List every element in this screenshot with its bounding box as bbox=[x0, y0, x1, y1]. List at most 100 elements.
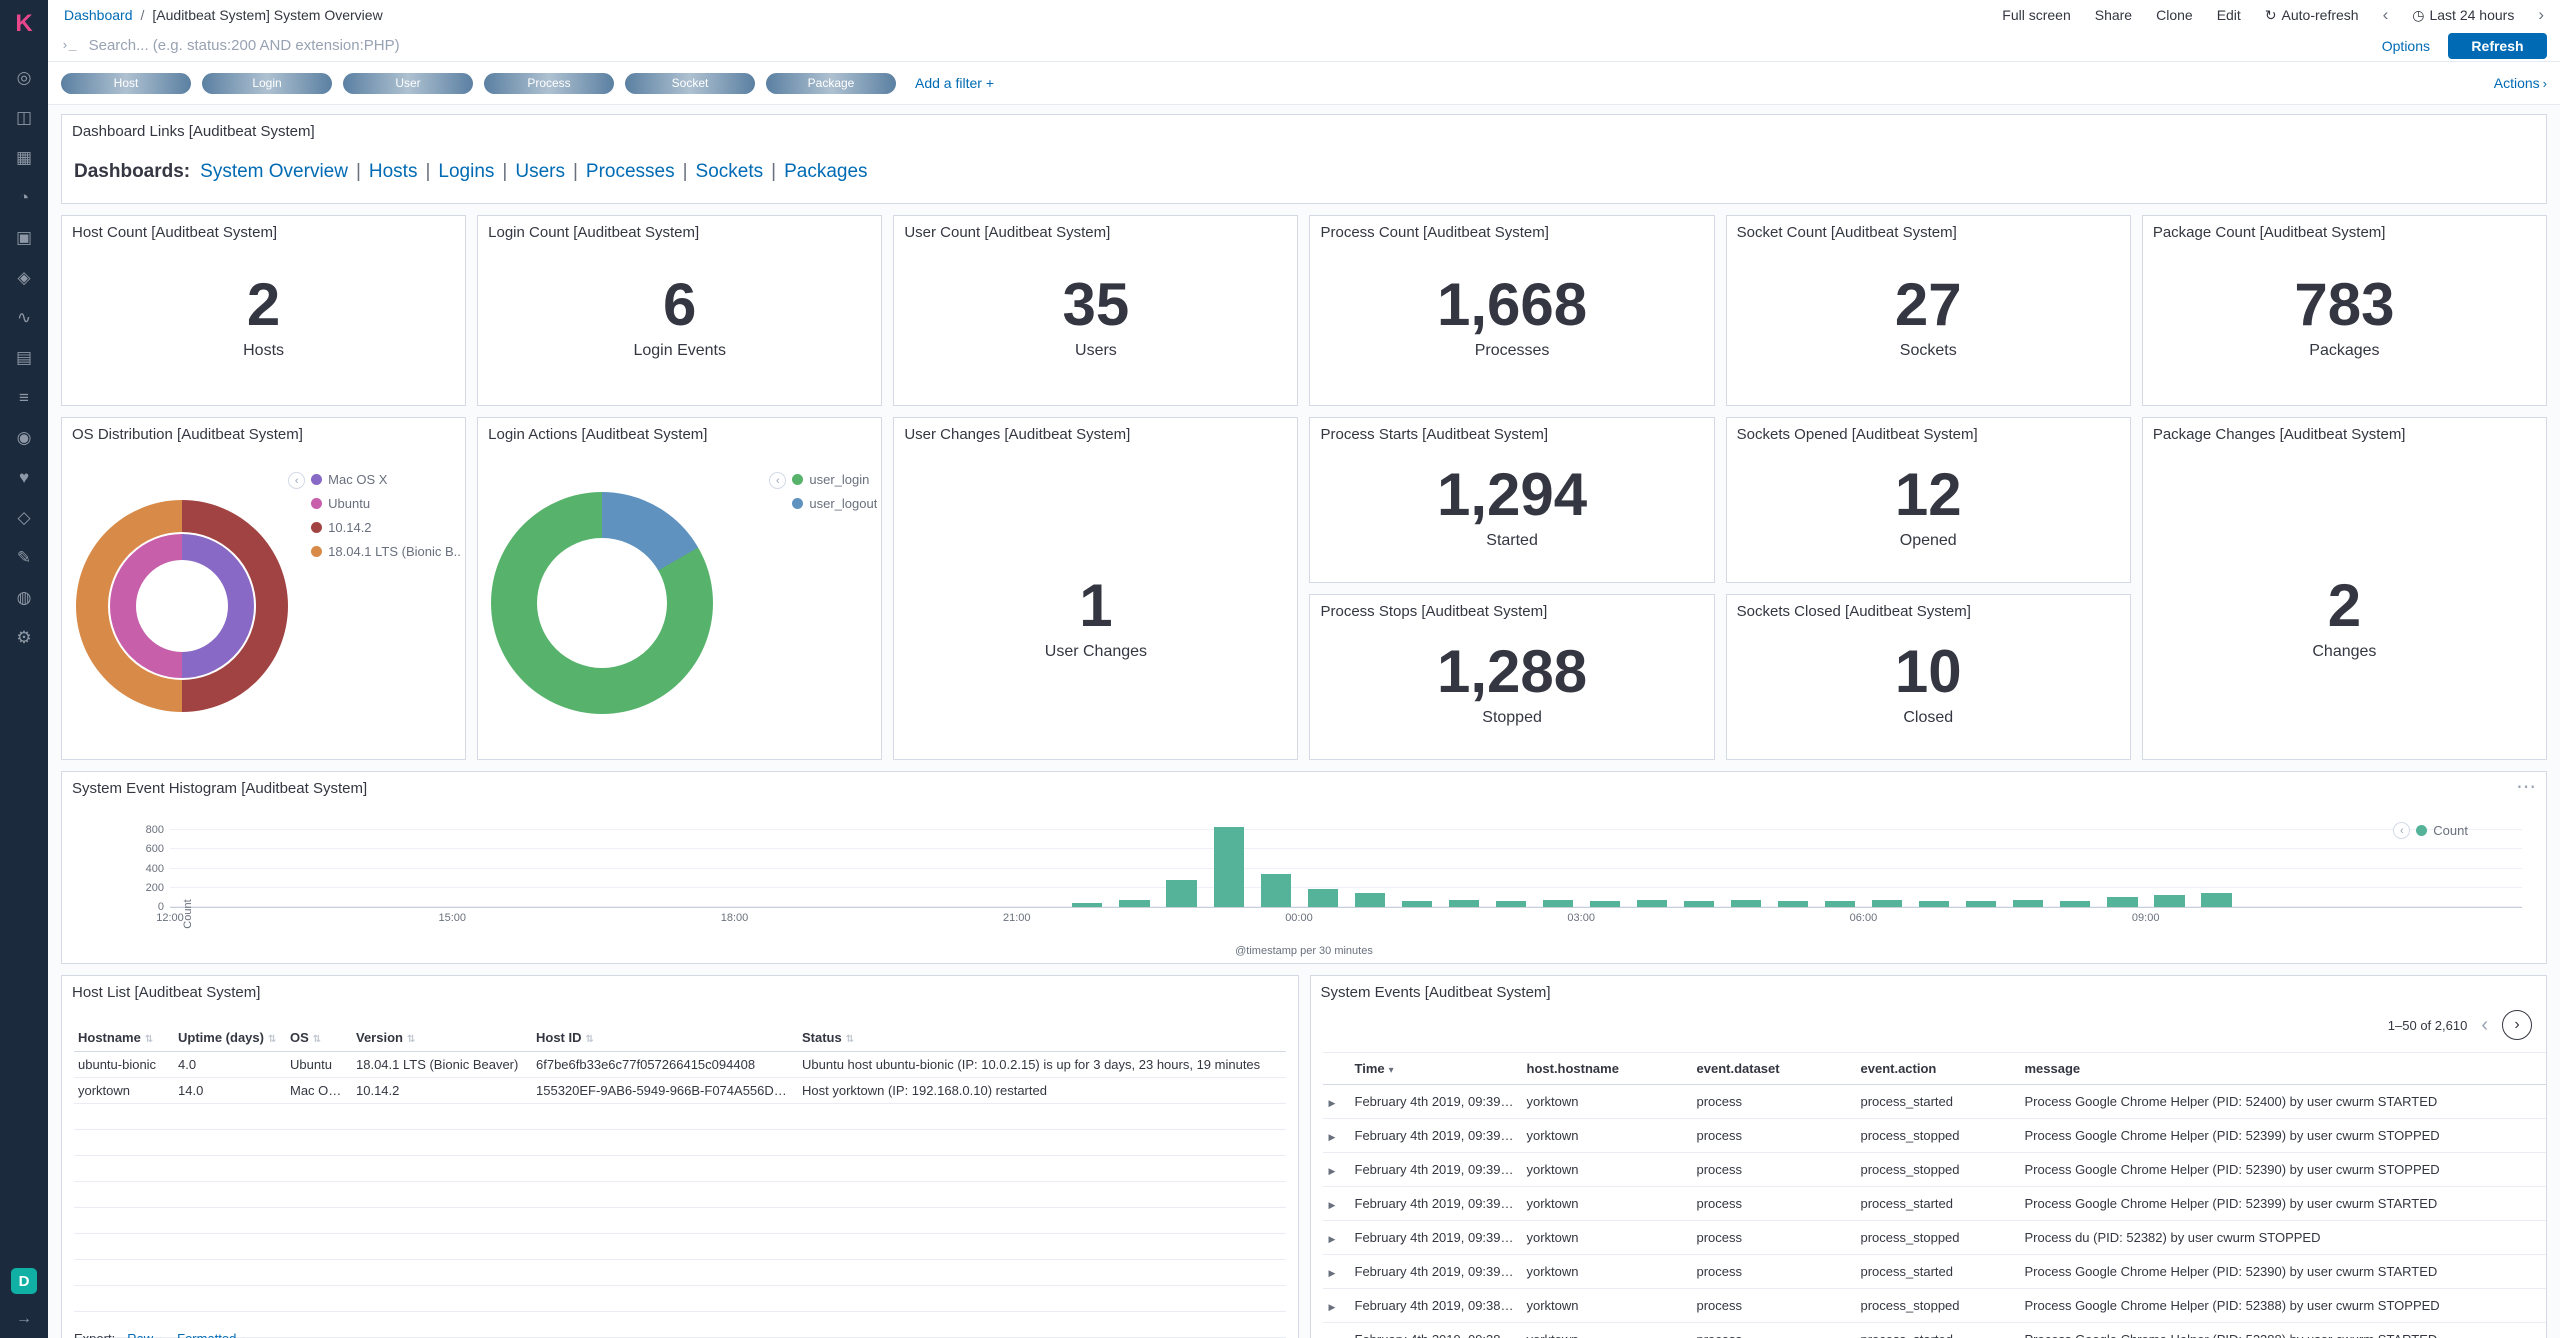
column-header[interactable]: Version⇅ bbox=[352, 1024, 532, 1052]
filter-actions-button[interactable]: Actions› bbox=[2494, 75, 2547, 91]
histogram-bar[interactable] bbox=[1214, 827, 1244, 907]
dashboard-link-hosts[interactable]: Hosts bbox=[369, 161, 418, 182]
sidebar-item-dev-tools-icon[interactable]: ✎ bbox=[0, 538, 48, 578]
sidebar-item-logs-icon[interactable]: ≡ bbox=[0, 378, 48, 418]
dashboard-link-sockets[interactable]: Sockets bbox=[696, 161, 764, 182]
filter-pill-login[interactable]: Login bbox=[202, 73, 332, 94]
time-forward-icon[interactable]: › bbox=[2538, 5, 2544, 25]
login-actions-donut[interactable] bbox=[491, 492, 713, 714]
filter-pill-user[interactable]: User bbox=[343, 73, 473, 94]
clone-button[interactable]: Clone bbox=[2156, 7, 2193, 23]
table-row[interactable]: ubuntu-bionic4.0Ubuntu18.04.1 LTS (Bioni… bbox=[74, 1052, 1286, 1078]
edit-button[interactable]: Edit bbox=[2217, 7, 2241, 23]
event-row[interactable]: ▶February 4th 2019, 09:38:51.197yorktown… bbox=[1323, 1289, 2547, 1323]
column-header[interactable]: host.hostname bbox=[1521, 1053, 1691, 1085]
column-header[interactable]: message bbox=[2019, 1053, 2547, 1085]
sidebar-item-monitoring-icon[interactable]: ◍ bbox=[0, 578, 48, 618]
sidebar-item-timelion-icon[interactable]: ◔ bbox=[0, 178, 48, 218]
filter-pill-host[interactable]: Host bbox=[61, 73, 191, 94]
sidebar-item-canvas-icon[interactable]: ▣ bbox=[0, 218, 48, 258]
sidebar-item-graph-icon[interactable]: ◇ bbox=[0, 498, 48, 538]
histogram-bar[interactable] bbox=[1166, 880, 1196, 907]
event-row[interactable]: ▶February 4th 2019, 09:39:51.199yorktown… bbox=[1323, 1085, 2547, 1119]
event-row[interactable]: ▶February 4th 2019, 09:39:11.198yorktown… bbox=[1323, 1221, 2547, 1255]
histogram-bar[interactable] bbox=[2107, 897, 2137, 907]
refresh-button[interactable]: Refresh bbox=[2448, 33, 2547, 59]
dashboard-link-packages[interactable]: Packages bbox=[784, 161, 867, 182]
histogram-bar[interactable] bbox=[1637, 900, 1667, 907]
breadcrumb-dashboard-link[interactable]: Dashboard bbox=[64, 7, 133, 23]
next-page-button[interactable]: › bbox=[2502, 1010, 2532, 1040]
histogram-bar[interactable] bbox=[1355, 893, 1385, 907]
share-button[interactable]: Share bbox=[2095, 7, 2132, 23]
kibana-logo[interactable]: K bbox=[0, 0, 48, 48]
legend-toggle-icon[interactable]: ‹ bbox=[288, 472, 305, 489]
expand-row-icon[interactable]: ▶ bbox=[1329, 1234, 1336, 1244]
histogram-bar[interactable] bbox=[2154, 895, 2184, 908]
expand-row-icon[interactable]: ▶ bbox=[1329, 1200, 1336, 1210]
dashboard-link-logins[interactable]: Logins bbox=[438, 161, 494, 182]
histogram-bar[interactable] bbox=[1119, 900, 1149, 907]
dashboard-link-users[interactable]: Users bbox=[515, 161, 565, 182]
full-screen-button[interactable]: Full screen bbox=[2002, 7, 2070, 23]
column-header[interactable]: Uptime (days)⇅ bbox=[174, 1024, 286, 1052]
table-row[interactable]: yorktown14.0Mac OS X10.14.2155320EF-9AB6… bbox=[74, 1078, 1286, 1104]
column-header[interactable]: event.action bbox=[1855, 1053, 2019, 1085]
column-header[interactable]: Time▾ bbox=[1349, 1053, 1521, 1085]
event-row[interactable]: ▶February 4th 2019, 09:39:51.199yorktown… bbox=[1323, 1119, 2547, 1153]
histogram-bar[interactable] bbox=[2201, 893, 2231, 907]
collapse-nav-icon[interactable]: → bbox=[16, 1310, 32, 1328]
auto-refresh-button[interactable]: ↻Auto-refresh bbox=[2265, 7, 2359, 24]
time-back-icon[interactable]: ‹ bbox=[2383, 5, 2389, 25]
histogram-bar[interactable] bbox=[1872, 900, 1902, 907]
dock-badge[interactable]: D bbox=[11, 1268, 37, 1294]
sidebar-item-management-icon[interactable]: ⚙ bbox=[0, 618, 48, 658]
sidebar-item-dashboard-icon[interactable]: ▦ bbox=[0, 138, 48, 178]
expand-row-icon[interactable]: ▶ bbox=[1329, 1132, 1336, 1142]
legend-toggle-icon[interactable]: ‹ bbox=[2393, 822, 2410, 839]
options-link[interactable]: Options bbox=[2382, 38, 2430, 54]
legend-item[interactable]: Mac OS X bbox=[311, 472, 461, 487]
column-header[interactable]: Hostname⇅ bbox=[74, 1024, 174, 1052]
search-input[interactable] bbox=[87, 36, 2372, 55]
legend-item[interactable]: 10.14.2 bbox=[311, 520, 461, 535]
dashboard-link-processes[interactable]: Processes bbox=[586, 161, 675, 182]
panel-options-icon[interactable]: ⋯ bbox=[2516, 774, 2536, 799]
column-header[interactable]: Host ID⇅ bbox=[532, 1024, 798, 1052]
filter-pill-socket[interactable]: Socket bbox=[625, 73, 755, 94]
sidebar-item-uptime-icon[interactable]: ♥ bbox=[0, 458, 48, 498]
filter-pill-process[interactable]: Process bbox=[484, 73, 614, 94]
event-row[interactable]: ▶February 4th 2019, 09:38:31.195yorktown… bbox=[1323, 1323, 2547, 1338]
expand-row-icon[interactable]: ▶ bbox=[1329, 1302, 1336, 1312]
sidebar-item-machine-learning-icon[interactable]: ∿ bbox=[0, 298, 48, 338]
expand-row-icon[interactable]: ▶ bbox=[1329, 1268, 1336, 1278]
sidebar-item-infrastructure-icon[interactable]: ▤ bbox=[0, 338, 48, 378]
sidebar-item-visualize-icon[interactable]: ◫ bbox=[0, 98, 48, 138]
legend-item[interactable]: Ubuntu bbox=[311, 496, 461, 511]
legend-item[interactable]: user_logout bbox=[792, 496, 877, 511]
sidebar-item-apm-icon[interactable]: ◉ bbox=[0, 418, 48, 458]
histogram-bar[interactable] bbox=[1308, 889, 1338, 907]
column-header[interactable]: OS⇅ bbox=[286, 1024, 352, 1052]
histogram-bar[interactable] bbox=[1261, 874, 1291, 907]
legend-toggle-icon[interactable]: ‹ bbox=[769, 472, 786, 489]
column-header[interactable]: Status⇅ bbox=[798, 1024, 1286, 1052]
prev-page-icon[interactable]: ‹ bbox=[2481, 1014, 2488, 1037]
dashboard-link-system-overview[interactable]: System Overview bbox=[200, 161, 348, 182]
legend-item[interactable]: user_login bbox=[792, 472, 877, 487]
export-formatted-link[interactable]: Formatted▲ bbox=[177, 1331, 248, 1338]
column-header[interactable]: event.dataset bbox=[1691, 1053, 1855, 1085]
event-row[interactable]: ▶February 4th 2019, 09:39:31.199yorktown… bbox=[1323, 1153, 2547, 1187]
sidebar-item-maps-icon[interactable]: ◈ bbox=[0, 258, 48, 298]
expand-row-icon[interactable]: ▶ bbox=[1329, 1166, 1336, 1176]
histogram-bar[interactable] bbox=[1731, 900, 1761, 907]
event-row[interactable]: ▶February 4th 2019, 09:39:31.199yorktown… bbox=[1323, 1187, 2547, 1221]
histogram-bar[interactable] bbox=[1543, 900, 1573, 907]
histogram-bar[interactable] bbox=[1449, 900, 1479, 907]
expand-row-icon[interactable]: ▶ bbox=[1329, 1098, 1336, 1108]
export-raw-link[interactable]: Raw▲ bbox=[127, 1331, 165, 1338]
event-row[interactable]: ▶February 4th 2019, 09:39:01.196yorktown… bbox=[1323, 1255, 2547, 1289]
os-distribution-donut[interactable] bbox=[76, 500, 288, 712]
legend-label[interactable]: Count bbox=[2433, 823, 2468, 838]
add-filter-button[interactable]: Add a filter + bbox=[915, 75, 994, 91]
